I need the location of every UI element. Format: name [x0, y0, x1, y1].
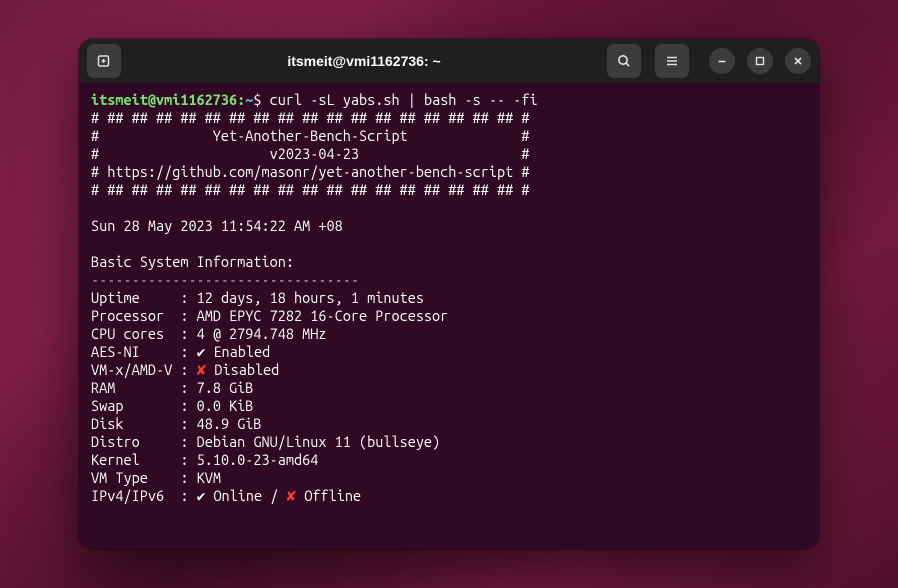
maximize-button[interactable] [747, 48, 773, 74]
minimize-button[interactable] [709, 48, 735, 74]
banner-line: # https://github.com/masonr/yet-another-… [91, 163, 529, 180]
cross-icon: ✘ [197, 361, 207, 379]
banner-line: # ## ## ## ## ## ## ## ## ## ## ## ## ##… [91, 109, 529, 126]
cross-icon: ✘ [287, 487, 297, 505]
check-icon: ✔ [197, 343, 206, 360]
info-row-ipv: IPv4/IPv6 : ✔ Online / ✘ Offline [91, 487, 361, 504]
info-row-swap: Swap : 0.0 KiB [91, 397, 253, 414]
terminal-window: itsmeit@vmi1162736: ~ [79, 39, 819, 549]
info-row-distro: Distro : Debian GNU/Linux 11 (bullseye) [91, 433, 440, 450]
info-row-aesni: AES-NI : ✔ Enabled [91, 343, 270, 360]
prompt-dollar: $ [253, 91, 261, 108]
menu-button[interactable] [655, 44, 689, 78]
info-row-cpucores: CPU cores : 4 @ 2794.748 MHz [91, 325, 327, 342]
window-title: itsmeit@vmi1162736: ~ [141, 53, 587, 69]
close-button[interactable] [785, 48, 811, 74]
info-row-kernel: Kernel : 5.10.0-23-amd64 [91, 451, 318, 468]
divider: --------------------------------- [91, 271, 359, 288]
banner-line: # Yet-Another-Bench-Script # [91, 127, 529, 144]
info-row-vmxamd: VM-x/AMD-V : ✘ Disabled [91, 361, 279, 378]
search-button[interactable] [607, 44, 641, 78]
titlebar: itsmeit@vmi1162736: ~ [79, 39, 819, 83]
info-row-disk: Disk : 48.9 GiB [91, 415, 262, 432]
new-tab-button[interactable] [87, 44, 121, 78]
timestamp: Sun 28 May 2023 11:54:22 AM +08 [91, 217, 343, 234]
command-text: curl -sL yabs.sh | bash -s -- -fi [270, 91, 538, 108]
info-row-processor: Processor : AMD EPYC 7282 16-Core Proces… [91, 307, 448, 324]
terminal-output[interactable]: itsmeit@vmi1162736:~$ curl -sL yabs.sh |… [79, 83, 819, 549]
info-row-uptime: Uptime : 12 days, 18 hours, 1 minutes [91, 289, 424, 306]
info-row-ram: RAM : 7.8 GiB [91, 379, 253, 396]
banner-line: # ## ## ## ## ## ## ## ## ## ## ## ## ##… [91, 181, 529, 198]
section-title: Basic System Information: [91, 253, 294, 270]
check-icon: ✔ [197, 487, 206, 504]
info-row-vmtype: VM Type : KVM [91, 469, 221, 486]
banner-line: # v2023-04-23 # [91, 145, 529, 162]
prompt-line: itsmeit@vmi1162736:~$ curl -sL yabs.sh |… [91, 91, 538, 108]
prompt-user-host: itsmeit@vmi1162736 [91, 91, 237, 108]
